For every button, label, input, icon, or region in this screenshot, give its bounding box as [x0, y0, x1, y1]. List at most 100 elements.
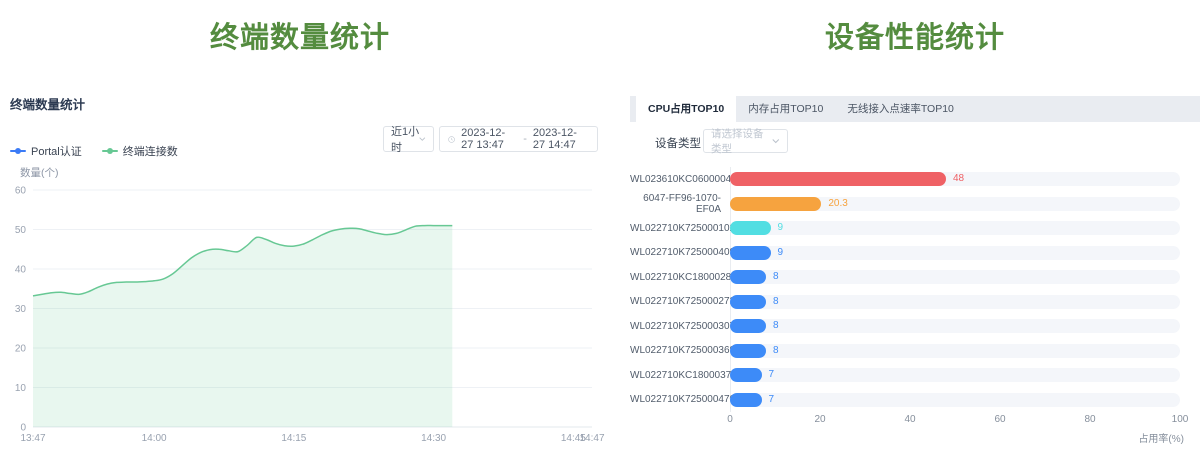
y-tick-label: 30: [15, 304, 27, 315]
bar-value-label: 8: [773, 295, 779, 309]
left-heading: 终端数量统计: [0, 14, 600, 56]
legend-marker-terminal: [102, 150, 118, 152]
bar-category-label: WL022710K725000307: [630, 321, 730, 332]
bar[interactable]: [730, 246, 771, 260]
device-type-placeholder: 请选择设备类型: [711, 126, 772, 156]
bar-track: 7: [730, 393, 1180, 407]
bar-value-label: 8: [773, 270, 779, 284]
bar-value-label: 9: [778, 246, 784, 260]
bar-track: 20.3: [730, 197, 1180, 211]
bar[interactable]: [730, 344, 766, 358]
y-tick-label: 10: [15, 383, 27, 394]
right-heading: 设备性能统计: [630, 14, 1200, 56]
bar-category-label: WL022710K725000369: [630, 345, 730, 356]
time-range-value: 近1小时: [391, 123, 419, 155]
bar[interactable]: [730, 368, 762, 382]
bar-category-label: WL022710K725000272: [630, 296, 730, 307]
chevron-down-icon: [419, 136, 426, 142]
bar-track: 7: [730, 368, 1180, 382]
bar-row: WL022710K725000409 9: [630, 241, 1200, 266]
cpu-top10-xaxis: 020406080100: [730, 414, 1180, 428]
bar[interactable]: [730, 197, 821, 211]
device-type-label: 设备类型: [655, 135, 701, 151]
bar-value-label: 20.3: [828, 197, 847, 211]
time-range-select[interactable]: 近1小时: [383, 126, 434, 152]
chevron-down-icon: [772, 138, 780, 144]
bar-value-label: 9: [778, 221, 784, 235]
y-tick-label: 0: [20, 423, 26, 434]
x-tick-label: 14:47: [579, 433, 604, 444]
date-range-separator: -: [523, 133, 527, 145]
bar-row: WL022710K725000272 8: [630, 290, 1200, 315]
y-tick-label: 50: [15, 225, 27, 236]
bar-value-label: 8: [773, 344, 779, 358]
bar-category-label: WL023610KC06000043: [630, 174, 730, 185]
bar-row: WL023610KC06000043 48: [630, 167, 1200, 192]
clock-icon: [448, 134, 455, 145]
legend-label: Portal认证: [31, 143, 82, 159]
x-tick-label: 0: [727, 414, 733, 425]
tab-wireless-ap-rate-top10[interactable]: 无线接入点速率TOP10: [835, 96, 966, 122]
bar-category-label: WL022710K725000102: [630, 223, 730, 234]
y-axis-title: 数量(个): [20, 166, 59, 179]
legend-item-portal[interactable]: Portal认证: [10, 143, 82, 159]
terminal-count-chart[interactable]: 0102030405060数量(个)13:4714:0014:1514:3014…: [0, 160, 600, 456]
dashboard: 终端数量统计 终端数量统计 近1小时 2023-12-27 13:47 - 20…: [0, 0, 1200, 456]
bar-value-label: 8: [773, 319, 779, 333]
device-type-select[interactable]: 请选择设备类型: [703, 129, 788, 153]
device-performance-panel: 设备性能统计 CPU占用TOP10 内存占用TOP10 无线接入点速率TOP10…: [630, 0, 1200, 456]
bar-row: WL022710KC18000280 8: [630, 265, 1200, 290]
bar-category-label: WL022710KC18000280: [630, 272, 730, 283]
bar-value-label: 7: [769, 368, 775, 382]
x-tick-label: 14:30: [421, 433, 446, 444]
x-tick-label: 14:00: [142, 433, 167, 444]
x-tick-label: 14:15: [281, 433, 306, 444]
x-tick-label: 20: [814, 414, 825, 425]
area-fill: [33, 226, 452, 427]
date-range-picker[interactable]: 2023-12-27 13:47 - 2023-12-27 14:47: [439, 126, 598, 152]
legend: Portal认证 终端连接数: [10, 143, 178, 159]
y-tick-label: 40: [15, 265, 27, 276]
terminal-count-panel: 终端数量统计 终端数量统计 近1小时 2023-12-27 13:47 - 20…: [0, 0, 600, 456]
legend-item-terminal[interactable]: 终端连接数: [102, 143, 178, 159]
x-tick-label: 60: [994, 414, 1005, 425]
bar-category-label: WL022710K725000470: [630, 394, 730, 405]
x-tick-label: 13:47: [20, 433, 45, 444]
bar-row: WL022710K725000102 9: [630, 216, 1200, 241]
bar[interactable]: [730, 393, 762, 407]
bar-track: 8: [730, 319, 1180, 333]
bar-category-label: WL022710K725000409: [630, 247, 730, 258]
bar-category-label: WL022710KC18000372: [630, 370, 730, 381]
bar[interactable]: [730, 172, 946, 186]
date-range-start: 2023-12-27 13:47: [461, 127, 517, 151]
bar-value-label: 48: [953, 172, 964, 186]
bar-xaxis-label: 占用率(%): [1138, 430, 1184, 445]
cpu-top10-rows[interactable]: WL023610KC06000043 48 6047-FF96-1070-EF0A 2…: [630, 167, 1200, 412]
bar[interactable]: [730, 221, 771, 235]
bar[interactable]: [730, 319, 766, 333]
tab-memory-top10[interactable]: 内存占用TOP10: [736, 96, 835, 122]
bar-track: 8: [730, 270, 1180, 284]
bar-track: 9: [730, 221, 1180, 235]
bar-track: 9: [730, 246, 1180, 260]
bar-row: WL022710KC18000372 7: [630, 363, 1200, 388]
y-tick-label: 60: [15, 186, 27, 197]
bar-track: 8: [730, 295, 1180, 309]
bar[interactable]: [730, 270, 766, 284]
x-tick-label: 80: [1084, 414, 1095, 425]
bar-category-label: 6047-FF96-1070-EF0A: [630, 193, 730, 215]
x-tick-label: 40: [904, 414, 915, 425]
bar-row: 6047-FF96-1070-EF0A 20.3: [630, 192, 1200, 217]
bar-value-label: 7: [769, 393, 775, 407]
panel-title: 终端数量统计: [10, 94, 85, 113]
bar-track: 48: [730, 172, 1180, 186]
date-range-end: 2023-12-27 14:47: [533, 127, 589, 151]
bar-track: 8: [730, 344, 1180, 358]
tab-cpu-top10[interactable]: CPU占用TOP10: [636, 96, 736, 122]
x-tick-label: 100: [1172, 414, 1189, 425]
bar-row: WL022710K725000369 8: [630, 339, 1200, 364]
bar-row: WL022710K725000470 7: [630, 388, 1200, 413]
bar[interactable]: [730, 295, 766, 309]
legend-marker-portal: [10, 150, 26, 152]
y-tick-label: 20: [15, 344, 27, 355]
